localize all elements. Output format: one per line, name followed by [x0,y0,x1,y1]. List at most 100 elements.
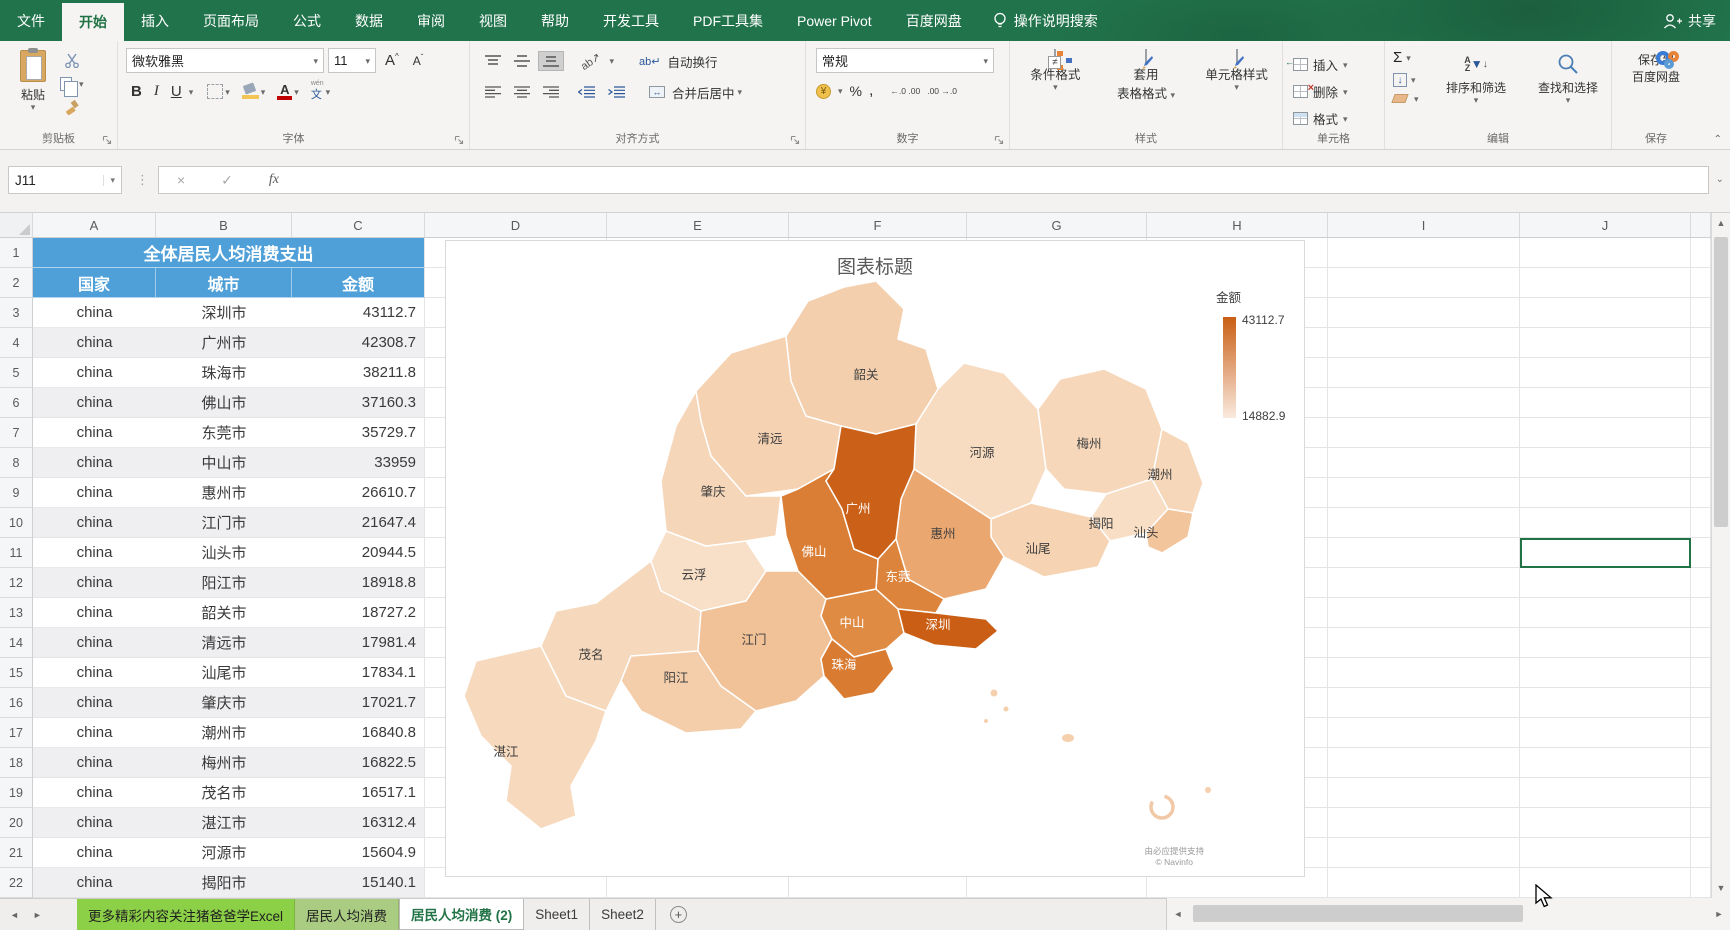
cell-country-22[interactable]: china [33,868,156,898]
sheet-nav-left-icon[interactable]: ◄ [10,910,19,920]
column-header-J[interactable]: J [1520,213,1691,237]
sheet-tab-居民人均消费 (2)[interactable]: 居民人均消费 (2) [399,899,524,930]
cell-city-7[interactable]: 东莞市 [156,418,292,448]
map-chart[interactable]: 图表标题 深圳广州珠海佛山东莞中山惠州江门汕头阳江韶关清远汕尾肇庆潮州梅州茂名湛… [445,240,1305,877]
cut-button[interactable] [60,53,84,68]
cell-I3[interactable] [1328,298,1520,328]
sheet-tab-居民人均消费[interactable]: 居民人均消费 [295,899,399,930]
cell-country-19[interactable]: china [33,778,156,808]
horizontal-scroll-thumb[interactable] [1193,905,1523,922]
row-header-1[interactable]: 1 [0,238,33,268]
cell-country-10[interactable]: china [33,508,156,538]
cell-k4[interactable] [1691,328,1711,358]
row-header-16[interactable]: 16 [0,688,33,718]
autosum-button[interactable]: Σ▾ [1393,49,1427,66]
font-dialog-launcher[interactable] [454,135,464,145]
cell-city-16[interactable]: 肇庆市 [156,688,292,718]
cell-J15[interactable] [1520,658,1691,688]
clipboard-dialog-launcher[interactable] [102,135,112,145]
cell-I12[interactable] [1328,568,1520,598]
align-right-button[interactable] [538,82,564,102]
cell-J19[interactable] [1520,778,1691,808]
cell-J8[interactable] [1520,448,1691,478]
align-left-button[interactable] [480,82,506,102]
cell-I21[interactable] [1328,838,1520,868]
row-header-21[interactable]: 21 [0,838,33,868]
menu-tab-PDF工具集[interactable]: PDF工具集 [676,0,780,41]
row-header-8[interactable]: 8 [0,448,33,478]
cell-I8[interactable] [1328,448,1520,478]
cell-country-16[interactable]: china [33,688,156,718]
cell-country-9[interactable]: china [33,478,156,508]
cell-J13[interactable] [1520,598,1691,628]
cell-I19[interactable] [1328,778,1520,808]
cell-value-14[interactable]: 17981.4 [292,628,425,658]
cell-city-13[interactable]: 韶关市 [156,598,292,628]
cell-country-7[interactable]: china [33,418,156,448]
cell-country-20[interactable]: china [33,808,156,838]
comma-style-button[interactable]: , [869,82,873,100]
cell-J22[interactable] [1520,868,1691,898]
cell-I7[interactable] [1328,418,1520,448]
cell-k20[interactable] [1691,808,1711,838]
vertical-scrollbar[interactable]: ▲ ▼ [1711,213,1730,898]
cell-city-21[interactable]: 河源市 [156,838,292,868]
cell-I14[interactable] [1328,628,1520,658]
column-header-I[interactable]: I [1328,213,1520,237]
scroll-up-icon[interactable]: ▲ [1712,213,1730,233]
select-all-corner[interactable] [0,213,33,237]
cell-value-7[interactable]: 35729.7 [292,418,425,448]
format-cells-button[interactable]: 格式▾ [1293,105,1384,132]
row-header-12[interactable]: 12 [0,568,33,598]
grow-font-button[interactable]: A^ [380,51,404,70]
copy-button[interactable]: ▾ [60,77,84,91]
cell-k16[interactable] [1691,688,1711,718]
cell-k14[interactable] [1691,628,1711,658]
cell-value-22[interactable]: 15140.1 [292,868,425,898]
cell-J10[interactable] [1520,508,1691,538]
cell-value-6[interactable]: 37160.3 [292,388,425,418]
cell-value-20[interactable]: 16312.4 [292,808,425,838]
increase-decimal-button[interactable]: ←.0 .00 [890,87,920,95]
cell-value-19[interactable]: 16517.1 [292,778,425,808]
fill-color-icon[interactable] [242,84,259,99]
cell-k6[interactable] [1691,388,1711,418]
cell-country-13[interactable]: china [33,598,156,628]
paste-button[interactable]: 粘贴 ▾ [10,50,56,142]
column-header-E[interactable]: E [607,213,789,237]
accounting-format-icon[interactable]: ¥ [816,84,831,99]
cell-J21[interactable] [1520,838,1691,868]
phonetic-caret-icon[interactable]: ▾ [326,88,331,96]
row-header-11[interactable]: 11 [0,538,33,568]
cell-city-3[interactable]: 深圳市 [156,298,292,328]
accounting-caret-icon[interactable]: ▾ [838,87,843,95]
borders-icon[interactable] [207,84,223,99]
cell-country-6[interactable]: china [33,388,156,418]
map-region-meizhou[interactable] [1038,369,1162,494]
cell-I4[interactable] [1328,328,1520,358]
row-header-2[interactable]: 2 [0,268,33,298]
new-sheet-button[interactable]: + [670,906,687,923]
map-region-shaoguan[interactable] [786,281,938,434]
cell-k13[interactable] [1691,598,1711,628]
column-header-G[interactable]: G [967,213,1147,237]
cell-J2[interactable] [1520,268,1691,298]
number-format-select[interactable]: 常规 ▾ [816,48,994,73]
cell-I2[interactable] [1328,268,1520,298]
row-header-15[interactable]: 15 [0,658,33,688]
cell-value-11[interactable]: 20944.5 [292,538,425,568]
cell-k22[interactable] [1691,868,1711,898]
menu-tab-插入[interactable]: 插入 [124,0,186,41]
cell-city-14[interactable]: 清远市 [156,628,292,658]
cell-k19[interactable] [1691,778,1711,808]
cell-country-12[interactable]: china [33,568,156,598]
cell-country-14[interactable]: china [33,628,156,658]
table-header-city[interactable]: 城市 [156,268,292,298]
table-title[interactable]: 全体居民人均消费支出 [33,238,425,268]
cell-city-22[interactable]: 揭阳市 [156,868,292,898]
scroll-down-icon[interactable]: ▼ [1712,878,1730,898]
cell-k5[interactable] [1691,358,1711,388]
sheet-tab-更多精彩内容关注猪爸爸学Excel[interactable]: 更多精彩内容关注猪爸爸学Excel [77,899,295,930]
cell-value-5[interactable]: 38211.8 [292,358,425,388]
cell-J1[interactable] [1520,238,1691,268]
